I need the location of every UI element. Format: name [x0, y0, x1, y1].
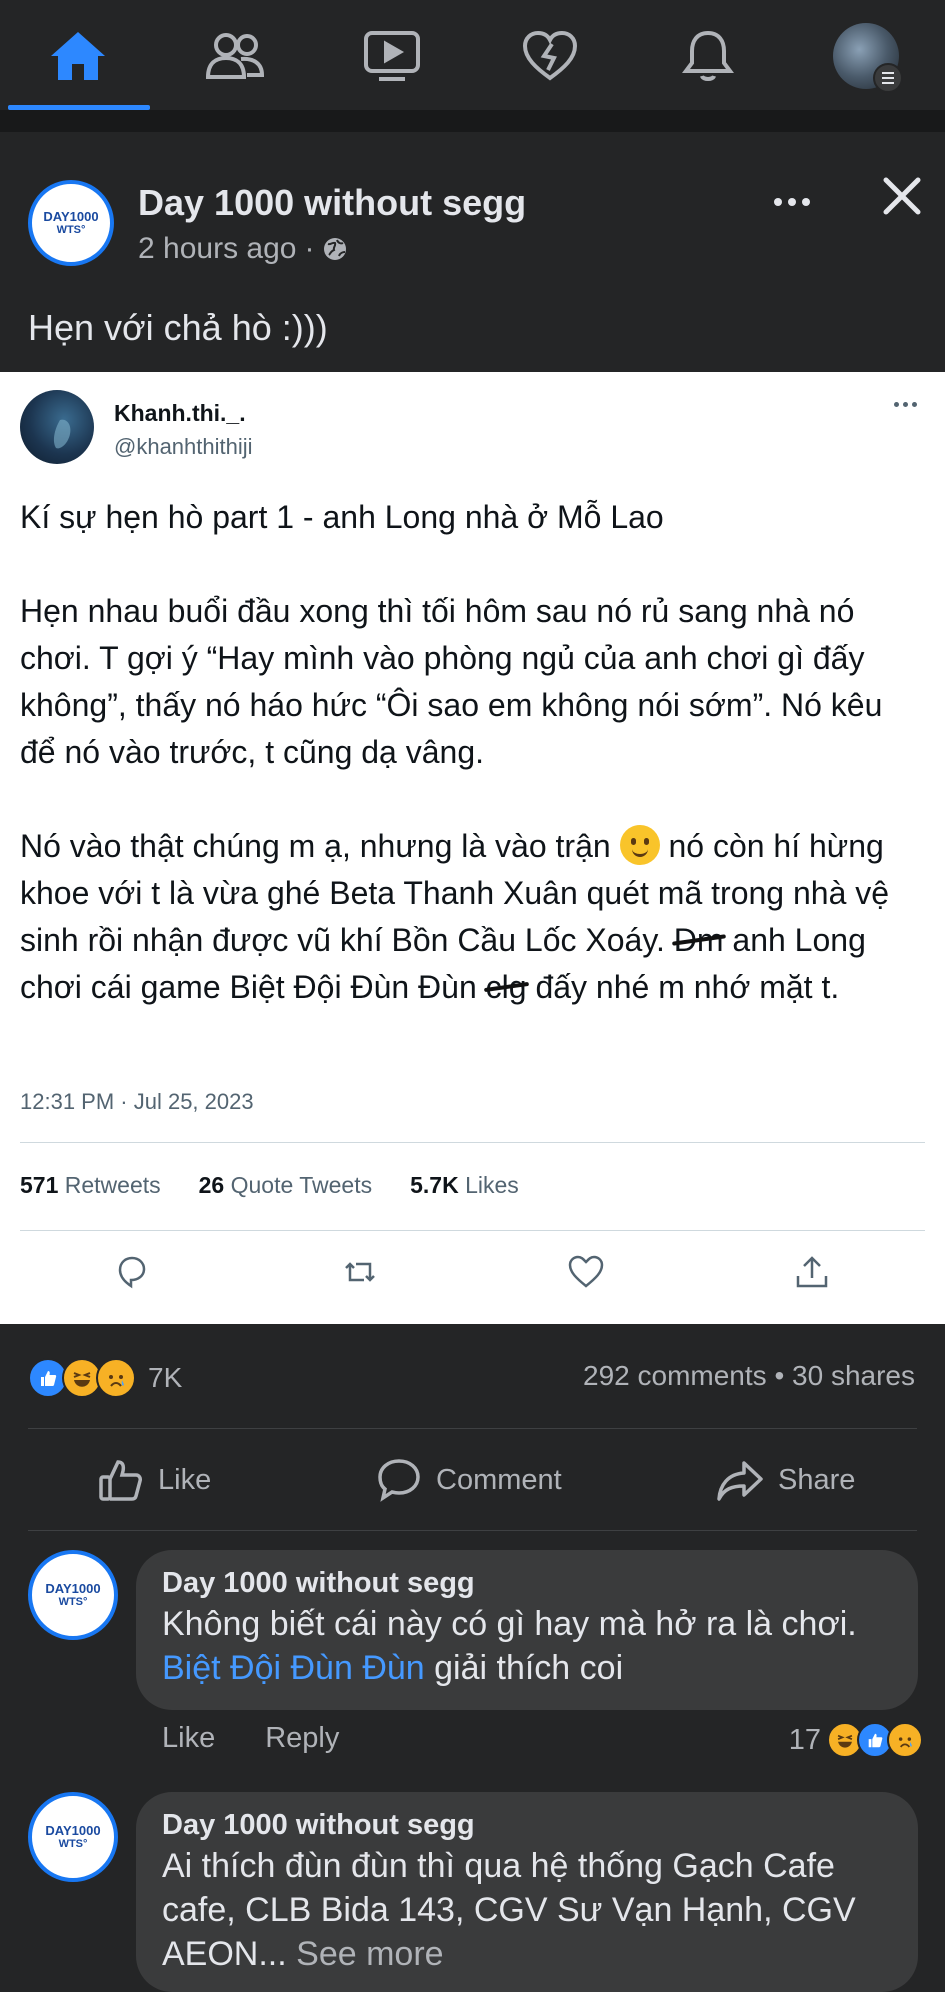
- watch-icon[interactable]: [352, 18, 432, 93]
- scribbled-word: clg: [486, 964, 527, 1011]
- comment-bubble[interactable]: Day 1000 without segg Không biết cái này…: [136, 1550, 918, 1710]
- comment-like-button[interactable]: Like: [162, 1722, 215, 1755]
- tweet-text-span: đấy nhé m nhớ mặt t.: [535, 969, 840, 1005]
- share-arrow-icon: [717, 1461, 763, 1501]
- reaction-count: 7K: [148, 1362, 183, 1393]
- post-caption: Hẹn với chả hò :))): [28, 307, 328, 348]
- tweet-more-icon: [894, 402, 917, 407]
- comment-author[interactable]: Day 1000 without segg: [162, 1806, 892, 1844]
- dating-icon[interactable]: [510, 18, 590, 93]
- comment-icon: [378, 1459, 420, 1502]
- scribbled-word: Dm: [674, 917, 724, 964]
- tweet-text-span: Nó vào thật chúng m ạ, nhưng là vào trận: [20, 828, 611, 864]
- divider: [20, 1142, 925, 1143]
- profile-avatar[interactable]: [826, 18, 906, 93]
- sad-reaction-icon: [887, 1722, 923, 1758]
- post-meta: 2 hours ago ·: [138, 232, 348, 266]
- comment-react-count: 17: [788, 1723, 821, 1756]
- divider: [28, 1428, 917, 1429]
- share-button[interactable]: Share: [716, 1450, 855, 1510]
- commenter-avatar[interactable]: DAY1000 WTS°: [28, 1550, 118, 1640]
- tweet-author-handle: @khanhthithiji: [114, 434, 253, 459]
- meta-separator: ·: [304, 232, 315, 265]
- tweet-text: Kí sự hẹn hò part 1 - anh Long nhà ở Mỗ …: [20, 494, 925, 1011]
- page-avatar[interactable]: DAY1000 WTS°: [28, 180, 114, 266]
- quote-tweets-stat: 26 Quote Tweets: [198, 1172, 373, 1198]
- tweet-paragraph: Hẹn nhau buổi đầu xong thì tối hôm sau n…: [20, 593, 883, 770]
- likes-stat: 5.7K Likes: [410, 1172, 519, 1198]
- share-label: Share: [778, 1463, 856, 1496]
- smile-emoji-icon: [619, 825, 660, 865]
- top-navigation-bar: [0, 0, 945, 110]
- avatar-logo-text: WTS°: [56, 224, 86, 236]
- notifications-icon[interactable]: [668, 18, 748, 93]
- divider: [20, 1230, 925, 1231]
- heart-icon: [568, 1255, 604, 1288]
- comment-text: Ai thích đùn đùn thì qua hệ thống Gạch C…: [162, 1844, 892, 1976]
- tweet-avatar: [20, 390, 94, 464]
- retweets-stat: 571 Retweets: [20, 1172, 161, 1198]
- more-options-icon[interactable]: [762, 182, 822, 222]
- avatar-logo-text: DAY1000: [45, 1581, 101, 1596]
- comment-actions: Like Reply: [162, 1722, 339, 1755]
- comment-bubble[interactable]: Day 1000 without segg Ai thích đùn đùn t…: [136, 1792, 918, 1992]
- share-icon: [796, 1256, 828, 1288]
- comment-reactions[interactable]: 17: [789, 1722, 923, 1758]
- tweet-image[interactable]: Khanh.thi._. @khanhthithiji Kí sự hẹn hò…: [0, 372, 945, 1324]
- comment-label: Comment: [436, 1463, 562, 1496]
- globe-icon: [324, 238, 347, 260]
- comment-text: Không biết cái này có gì hay mà hở ra là…: [162, 1602, 892, 1690]
- comment-text-span: Không biết cái này có gì hay mà hở ra là…: [162, 1605, 857, 1643]
- avatar-logo-text: DAY1000: [45, 1823, 101, 1838]
- sad-reaction-icon: [96, 1358, 136, 1398]
- tweet-author-name: Khanh.thi._.: [114, 400, 246, 426]
- post-author[interactable]: Day 1000 without segg: [138, 182, 526, 224]
- avatar-logo-text: WTS°: [58, 1596, 88, 1608]
- close-icon[interactable]: [878, 172, 926, 220]
- comment-text-span: Ai thích đùn đùn thì qua hệ thống Gạch C…: [162, 1847, 856, 1973]
- avatar-logo-text: DAY1000: [43, 209, 99, 224]
- commenter-avatar[interactable]: DAY1000 WTS°: [28, 1792, 118, 1882]
- home-icon[interactable]: [38, 18, 118, 93]
- tweet-paragraph: Nó vào thật chúng m ạ, nhưng là vào trận…: [20, 823, 905, 1011]
- dot-separator: •: [774, 1360, 785, 1391]
- comment-text-span: giải thích coi: [424, 1649, 624, 1687]
- comments-count[interactable]: 292 comments: [583, 1360, 767, 1391]
- tweet-timestamp: 12:31 PM · Jul 25, 2023: [20, 1089, 254, 1114]
- shares-count[interactable]: 30 shares: [792, 1360, 915, 1391]
- reactions-summary[interactable]: 7K: [28, 1358, 182, 1398]
- comment-author[interactable]: Day 1000 without segg: [162, 1564, 892, 1602]
- comment-reply-button[interactable]: Reply: [265, 1722, 339, 1755]
- avatar-logo-text: WTS°: [58, 1838, 88, 1850]
- see-more-link[interactable]: See more: [296, 1935, 443, 1973]
- like-button[interactable]: Like: [98, 1450, 211, 1510]
- menu-icon: [873, 62, 903, 93]
- thumbs-up-icon: [99, 1460, 142, 1501]
- like-label: Like: [158, 1463, 212, 1496]
- divider: [28, 1530, 917, 1531]
- reply-icon: [118, 1256, 146, 1289]
- hashtag-link[interactable]: Biệt Đội Đùn Đùn: [162, 1649, 425, 1687]
- tweet-stats: 571 Retweets 26 Quote Tweets 5.7K Likes: [20, 1172, 519, 1199]
- engagement-counts: 292 comments • 30 shares: [583, 1360, 915, 1392]
- divider: [0, 110, 945, 132]
- post-time[interactable]: 2 hours ago: [138, 232, 296, 266]
- retweet-icon: [345, 1262, 375, 1282]
- friends-icon[interactable]: [195, 18, 275, 93]
- comment-button[interactable]: Comment: [376, 1450, 562, 1510]
- tweet-paragraph: Kí sự hẹn hò part 1 - anh Long nhà ở Mỗ …: [20, 499, 664, 535]
